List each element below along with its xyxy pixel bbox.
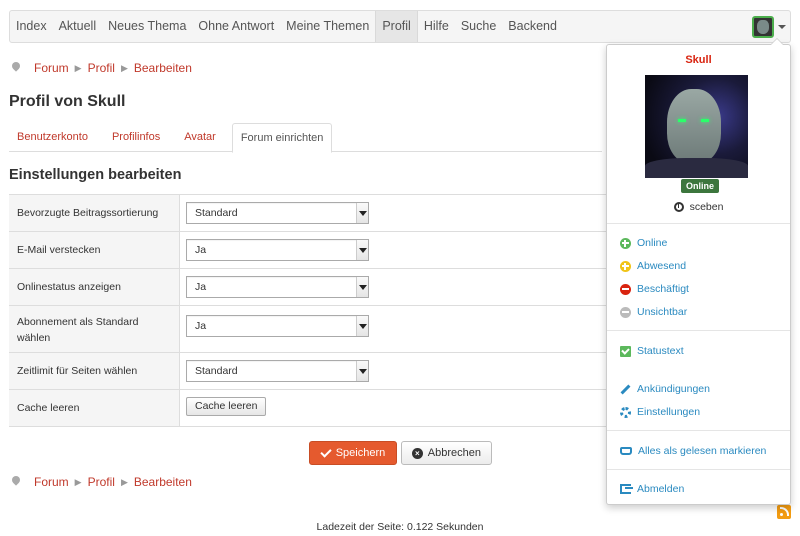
- dropdown-username[interactable]: Skull: [607, 54, 790, 66]
- profile-tabs: Benutzerkonto Profilinfos Avatar Forum e…: [9, 123, 602, 153]
- user-avatar-large[interactable]: [645, 75, 748, 178]
- close-circle-icon: ×: [412, 447, 423, 459]
- clock-icon: [673, 202, 684, 212]
- map-marker-icon: [12, 476, 20, 488]
- inbox-icon: [620, 447, 632, 455]
- online-status-badge: Online: [681, 179, 720, 193]
- plus-circle-icon: [620, 260, 631, 272]
- form-actions: Speichern × Abbrechen: [309, 441, 492, 465]
- dropdown-arrow-icon: [356, 277, 368, 297]
- breadcrumb-bearbeiten[interactable]: Bearbeiten: [134, 475, 192, 489]
- setting-row: Abonnement als Standard wählen Ja: [9, 306, 609, 353]
- setting-row: E-Mail verstecken Ja: [9, 232, 609, 269]
- tab-avatar[interactable]: Avatar: [176, 123, 224, 152]
- setting-label: Bevorzugte Beitragssortierung: [9, 195, 180, 231]
- divider: [607, 430, 790, 431]
- setting-row: Zeitlimit für Seiten wählen Standard: [9, 353, 609, 390]
- settings-table: Bevorzugte Beitragssortierung Standard E…: [9, 194, 609, 427]
- divider: [607, 330, 790, 331]
- hide-email-select[interactable]: Ja: [186, 239, 369, 261]
- chevron-right-icon: ▶: [74, 476, 82, 487]
- nav-items: Index Aktuell Neues Thema Ohne Antwort M…: [10, 11, 563, 42]
- rss-icon[interactable]: [777, 505, 791, 519]
- setting-row: Cache leeren Cache leeren: [9, 390, 609, 427]
- setting-row: Onlinestatus anzeigen Ja: [9, 269, 609, 306]
- settings-link[interactable]: Einstellungen: [620, 404, 700, 420]
- dropdown-arrow-icon: [356, 240, 368, 260]
- setting-label: Zeitlimit für Seiten wählen: [9, 353, 180, 389]
- divider: [607, 469, 790, 470]
- cancel-button[interactable]: × Abbrechen: [401, 441, 492, 465]
- breadcrumb-bottom: Forum ▶ Profil ▶ Bearbeiten: [12, 475, 192, 489]
- user-menu-toggle[interactable]: [752, 14, 786, 39]
- gear-icon: [620, 406, 631, 418]
- breadcrumb-forum[interactable]: Forum: [34, 61, 69, 75]
- nav-item-hilfe[interactable]: Hilfe: [418, 11, 455, 42]
- setting-row: Bevorzugte Beitragssortierung Standard: [9, 195, 609, 232]
- breadcrumb: Forum ▶ Profil ▶ Bearbeiten: [12, 61, 192, 75]
- nav-item-index[interactable]: Index: [10, 11, 53, 42]
- nav-item-profil[interactable]: Profil: [375, 11, 418, 42]
- top-navbar: Index Aktuell Neues Thema Ohne Antwort M…: [9, 10, 791, 43]
- chevron-right-icon: ▶: [120, 62, 128, 73]
- online-status-select[interactable]: Ja: [186, 276, 369, 298]
- chevron-right-icon: ▶: [120, 476, 128, 487]
- setting-label: E-Mail verstecken: [9, 232, 180, 268]
- minus-circle-icon: [620, 306, 631, 318]
- section-title: Einstellungen bearbeiten: [9, 167, 182, 183]
- divider: [607, 223, 790, 224]
- map-marker-icon: [12, 62, 20, 74]
- subscribe-default-select[interactable]: Ja: [186, 315, 369, 337]
- dropdown-arrow-icon: [356, 361, 368, 381]
- setting-label: Onlinestatus anzeigen: [9, 269, 180, 305]
- status-busy[interactable]: Beschäftigt: [620, 281, 689, 297]
- breadcrumb-profil[interactable]: Profil: [88, 475, 115, 489]
- status-online[interactable]: Online: [620, 235, 667, 251]
- chevron-right-icon: ▶: [74, 62, 82, 73]
- status-text-link[interactable]: Statustext: [620, 343, 684, 359]
- dropdown-arrow-icon: [356, 203, 368, 223]
- breadcrumb-profil[interactable]: Profil: [88, 61, 115, 75]
- edit-square-icon: [620, 345, 631, 357]
- announcements-link[interactable]: Ankündigungen: [620, 381, 710, 397]
- clear-cache-button[interactable]: Cache leeren: [186, 397, 267, 416]
- logout-link[interactable]: Abmelden: [620, 481, 684, 497]
- nav-item-suche[interactable]: Suche: [455, 11, 502, 42]
- plus-circle-icon: [620, 237, 631, 249]
- sign-out-icon: [620, 484, 633, 494]
- tab-profilinfos[interactable]: Profilinfos: [104, 123, 168, 152]
- nav-item-ohne-antwort[interactable]: Ohne Antwort: [192, 11, 280, 42]
- setting-label: Abonnement als Standard wählen: [9, 306, 180, 352]
- caret-down-icon: [778, 24, 786, 29]
- user-dropdown-menu: Skull Online sceben Online Abwesend Besc…: [606, 38, 791, 505]
- page-load-time: Ladezeit der Seite: 0.122 Sekunden: [316, 521, 484, 533]
- setting-label: Cache leeren: [9, 390, 180, 426]
- user-time: sceben: [607, 201, 790, 213]
- status-away[interactable]: Abwesend: [620, 258, 686, 274]
- avatar: [752, 15, 774, 38]
- dropdown-arrow-icon: [356, 316, 368, 336]
- breadcrumb-bearbeiten[interactable]: Bearbeiten: [134, 61, 192, 75]
- pencil-icon: [620, 384, 631, 394]
- sort-order-select[interactable]: Standard: [186, 202, 369, 224]
- dropdown-pointer: [770, 38, 784, 45]
- nav-item-aktuell[interactable]: Aktuell: [53, 11, 103, 42]
- status-invisible[interactable]: Unsichtbar: [620, 304, 687, 320]
- tab-benutzerkonto[interactable]: Benutzerkonto: [9, 123, 96, 152]
- page-timelimit-select[interactable]: Standard: [186, 360, 369, 382]
- tab-forum-einrichten[interactable]: Forum einrichten: [231, 123, 333, 153]
- nav-item-backend[interactable]: Backend: [502, 11, 563, 42]
- check-icon: [320, 445, 332, 458]
- minus-circle-icon: [620, 283, 631, 295]
- save-button[interactable]: Speichern: [309, 441, 397, 465]
- nav-item-meine-themen[interactable]: Meine Themen: [280, 11, 375, 42]
- nav-item-neues-thema[interactable]: Neues Thema: [102, 11, 192, 42]
- breadcrumb-forum[interactable]: Forum: [34, 475, 69, 489]
- mark-all-read-link[interactable]: Alles als gelesen markieren: [620, 443, 766, 459]
- page-title: Profil von Skull: [9, 93, 126, 110]
